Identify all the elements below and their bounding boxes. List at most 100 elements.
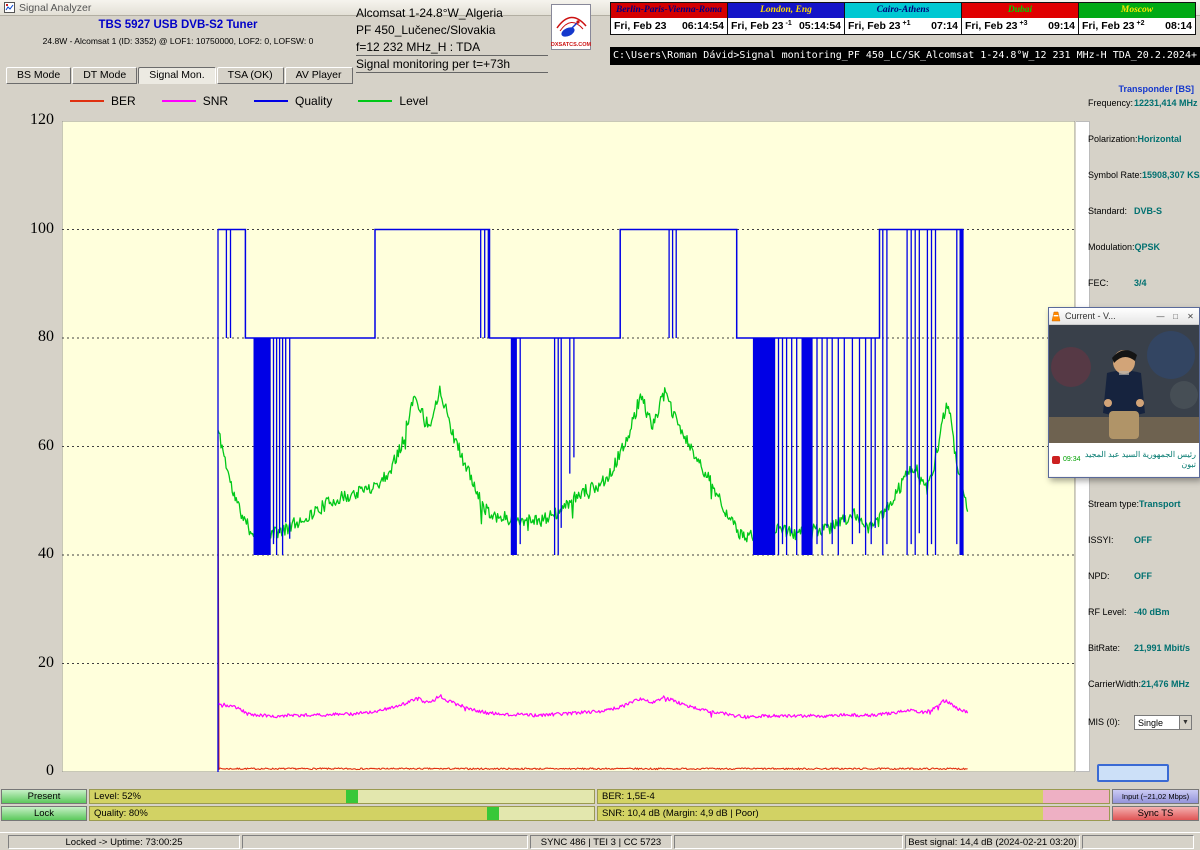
transponder-row-polarization: Polarization:Horizontal — [1084, 132, 1200, 168]
legend-line-icon — [162, 100, 196, 102]
statusbar-spacer-3 — [1082, 835, 1194, 849]
transponder-label: BitRate: — [1088, 643, 1134, 653]
signal-chart — [62, 121, 1075, 772]
sync-ts-indicator: Sync TS — [1112, 806, 1199, 821]
clock-moscow: MoscowFri, Feb 23+208:14 — [1078, 2, 1196, 35]
satellite-line: Alcomsat 1-24.8°W_Algeria — [356, 5, 548, 22]
logo-text: DXSATCS.COM — [551, 42, 591, 48]
transponder-row-modulation: Modulation:QPSK — [1084, 240, 1200, 276]
clock-date: Fri, Feb 23 — [614, 20, 667, 32]
transponder-value: 15908,307 KS/s — [1142, 170, 1200, 180]
transponder-value: OFF — [1134, 535, 1152, 545]
clock-hms: 05:14:54 — [799, 20, 841, 32]
close-icon[interactable]: ✕ — [1184, 312, 1197, 321]
console-line: C:\Users\Roman Dávid>Signal monitoring_P… — [610, 47, 1200, 65]
bar-danger-zone — [1043, 790, 1109, 803]
clock-utc-offset: -1 — [786, 20, 792, 27]
clock-london-eng: London, EngFri, Feb 23-105:14:54 — [727, 2, 845, 35]
maximize-icon[interactable]: □ — [1169, 312, 1182, 321]
mis-dropdown[interactable]: Single▼ — [1134, 715, 1192, 730]
transponder-row-carrierwidth: CarrierWidth:21,476 MHz — [1084, 677, 1200, 713]
transponder-value: 21,476 MHz — [1141, 679, 1190, 689]
clock-time: Fri, Feb 23 06:14:54 — [611, 18, 727, 34]
legend-label: Level — [399, 94, 428, 108]
clock-time: Fri, Feb 23+309:14 — [962, 18, 1078, 34]
video-player-window[interactable]: Current - V... — □ ✕ 09:34 رئيس الجمهوري… — [1048, 307, 1200, 478]
bar-remainder — [493, 807, 594, 820]
video-titlebar[interactable]: Current - V... — □ ✕ — [1049, 308, 1199, 325]
transponder-value: 3/4 — [1134, 278, 1147, 288]
video-title: Current - V... — [1065, 311, 1152, 321]
transponder-label: Symbol Rate: — [1088, 170, 1142, 180]
y-tick-80: 80 — [6, 328, 54, 346]
transponder-value: QPSK — [1135, 242, 1161, 252]
clock-dubai: DubaiFri, Feb 23+309:14 — [961, 2, 1079, 35]
transponder-label: Stream type: — [1088, 499, 1139, 509]
level-label: Level: 52% — [94, 790, 141, 803]
legend-item-quality: Quality — [254, 94, 332, 108]
lock-indicator: Lock — [1, 806, 87, 821]
transponder-row-stream-type: Stream type:Transport — [1084, 497, 1200, 533]
transponder-row-issyi: ISSYI:OFF — [1084, 533, 1200, 569]
panel-footer-button[interactable] — [1097, 764, 1169, 782]
caption-text: رئيس الجمهورية السيد عبد المجيد تبون — [1084, 450, 1196, 470]
clock-utc-offset: +2 — [1137, 20, 1145, 27]
statusbar: Locked -> Uptime: 73:00:25 SYNC 486 | TE… — [0, 832, 1200, 850]
level-bar: Level: 52% — [89, 789, 595, 804]
transponder-label: Frequency: — [1088, 98, 1134, 108]
minimize-icon[interactable]: — — [1154, 312, 1167, 321]
quality-label: Quality: 80% — [94, 807, 148, 820]
app-icon — [4, 2, 15, 13]
y-tick-0: 0 — [6, 762, 54, 780]
channel-emblem — [1052, 456, 1060, 464]
y-tick-40: 40 — [6, 545, 54, 563]
transponder-label: RF Level: — [1088, 607, 1134, 617]
bar-remainder — [352, 790, 594, 803]
satellite-dish-icon — [553, 6, 589, 40]
transponder-label: FEC: — [1088, 278, 1134, 288]
legend-line-icon — [254, 100, 288, 102]
signal-chart-area: BERSNRQualityLevel 020406080100120 — [6, 88, 1090, 786]
mis-value: Single — [1135, 718, 1179, 728]
transponder-row-frequency: Frequency:12231,414 MHz — [1084, 96, 1200, 132]
transponder-value: DVB-S — [1134, 206, 1162, 216]
tab-av-player[interactable]: AV Player — [285, 67, 353, 84]
bar-value-marker — [346, 790, 358, 803]
y-tick-20: 20 — [6, 654, 54, 672]
chart-legend: BER SNR Quality Level — [70, 94, 428, 108]
statusbar-spacer-2 — [674, 835, 903, 849]
clock-hms: 06:14:54 — [682, 20, 724, 32]
clock-utc-offset: +1 — [903, 20, 911, 27]
tab-tsa-ok[interactable]: TSA (OK) — [217, 67, 284, 84]
transponder-row-standard: Standard:DVB-S — [1084, 204, 1200, 240]
transponder-row-symbol-rate: Symbol Rate:15908,307 KS/s — [1084, 168, 1200, 204]
clock-city-label: Berlin-Paris-Vienna-Roma — [611, 3, 727, 18]
statusbar-best-signal: Best signal: 14,4 dB (2024-02-21 03:20) — [905, 835, 1080, 849]
bar-value-marker — [487, 807, 499, 820]
tab-dt-mode[interactable]: DT Mode — [72, 67, 137, 84]
transponder-row-rf-level: RF Level:-40 dBm — [1084, 605, 1200, 641]
legend-line-icon — [358, 100, 392, 102]
tab-signal-mon[interactable]: Signal Mon. — [138, 67, 215, 84]
quality-bar: Quality: 80% — [89, 806, 595, 821]
tab-bs-mode[interactable]: BS Mode — [6, 67, 71, 84]
snr-bar: SNR: 10,4 dB (Margin: 4,9 dB | Poor) — [597, 806, 1110, 821]
snr-label: SNR: 10,4 dB (Margin: 4,9 dB | Poor) — [602, 807, 759, 820]
dxsatcs-logo: DXSATCS.COM — [551, 4, 591, 50]
clock-hms: 08:14 — [1165, 20, 1192, 32]
legend-label: BER — [111, 94, 136, 108]
transponder-value: 12231,414 MHz — [1134, 98, 1198, 108]
video-caption: 09:34 رئيس الجمهورية السيد عبد المجيد تب… — [1049, 443, 1199, 476]
clock-city-label: Dubai — [962, 3, 1078, 18]
video-frame[interactable] — [1049, 325, 1199, 443]
transponder-label: Modulation: — [1088, 242, 1135, 252]
chevron-down-icon[interactable]: ▼ — [1179, 716, 1191, 729]
clock-time: Fri, Feb 23-105:14:54 — [728, 18, 844, 34]
transponder-label: ISSYI: — [1088, 535, 1134, 545]
transponder-label: Standard: — [1088, 206, 1134, 216]
legend-label: SNR — [203, 94, 228, 108]
transponder-title: Transponder [BS] — [1084, 84, 1200, 96]
station-line: PF 450_Lučenec/Slovakia — [356, 22, 548, 39]
mode-tabs: BS ModeDT ModeSignal Mon.TSA (OK)AV Play… — [6, 67, 354, 84]
y-tick-100: 100 — [6, 220, 54, 238]
